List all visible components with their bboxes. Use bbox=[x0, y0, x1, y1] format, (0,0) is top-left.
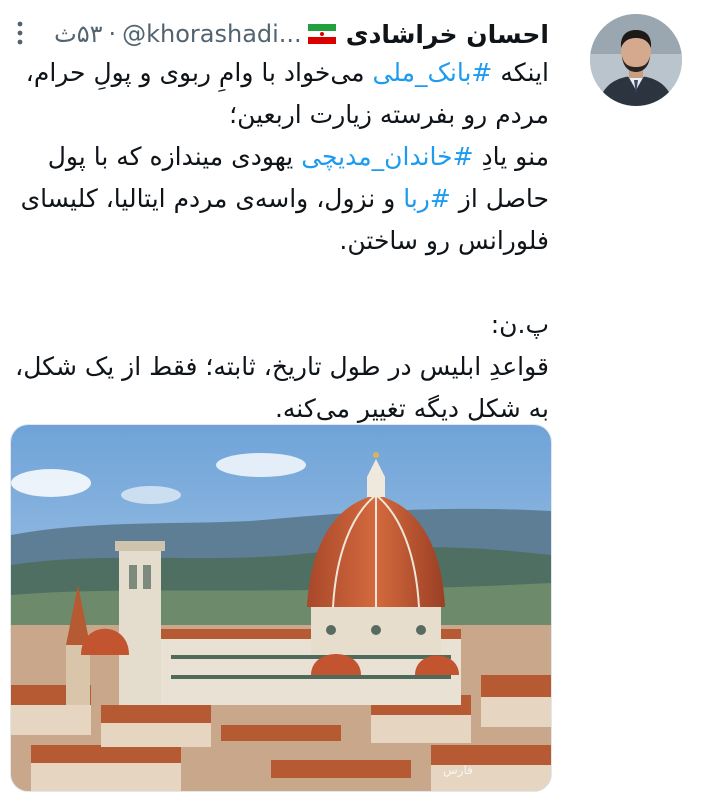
ps-text: قواعدِ ابلیس در طول تاریخ، ثابته؛ فقط از… bbox=[15, 352, 549, 423]
tweet-paragraph-1: اینکه #بانک_ملی می‌خواد با وامِ ربوی و پ… bbox=[14, 52, 549, 136]
tweet-header: احسان خراشادی @khorashadi... · ۵۳ث bbox=[54, 14, 549, 54]
florence-cathedral-image bbox=[11, 425, 551, 791]
avatar-portrait-icon bbox=[590, 14, 682, 106]
author-handle[interactable]: @khorashadi... bbox=[122, 20, 302, 48]
hashtag-bank-melli[interactable]: #بانک_ملی bbox=[373, 58, 493, 87]
hashtag-reba[interactable]: #ربا bbox=[403, 184, 451, 213]
tweet-media-image[interactable]: فارس bbox=[10, 424, 552, 792]
text-run: اینکه bbox=[492, 58, 549, 87]
tweet-text: اینکه #بانک_ملی می‌خواد با وامِ ربوی و پ… bbox=[14, 52, 549, 430]
tweet-paragraph-2: منو یادِ #خاندان_مدیچی یهودی میندازه که … bbox=[14, 136, 549, 262]
ps-label: پ.ن: bbox=[490, 310, 549, 339]
text-run: منو یادِ bbox=[473, 142, 549, 171]
tweet-timestamp[interactable]: ۵۳ث bbox=[54, 20, 102, 48]
author-display-name[interactable]: احسان خراشادی bbox=[346, 20, 549, 49]
header-separator: · bbox=[108, 20, 117, 48]
more-options-icon[interactable] bbox=[12, 18, 28, 48]
image-watermark: فارس bbox=[443, 763, 473, 777]
author-avatar[interactable] bbox=[590, 14, 682, 106]
hashtag-medici[interactable]: #خاندان_مدیچی bbox=[301, 142, 473, 171]
iran-flag-icon bbox=[307, 24, 336, 44]
